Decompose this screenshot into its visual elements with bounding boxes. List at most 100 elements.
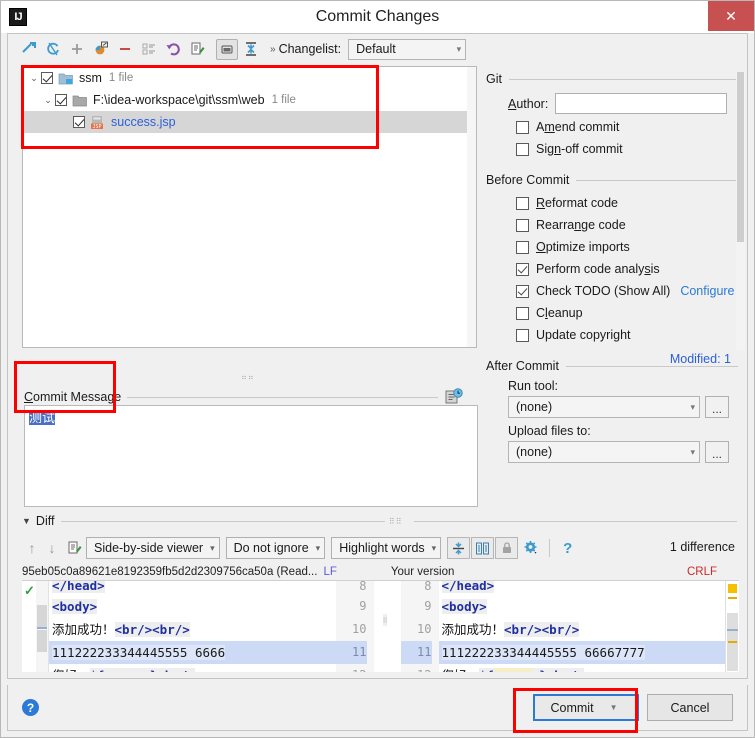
chevron-down-icon[interactable]: ▼ (22, 516, 31, 526)
group-by-icon[interactable] (138, 38, 160, 60)
amend-commit-checkbox[interactable]: Amend commit (516, 116, 738, 138)
help-icon[interactable]: ? (22, 699, 39, 716)
reformat-code-label: Reformat code (536, 196, 618, 210)
checkbox[interactable] (516, 219, 529, 232)
diff-token: 添加成功！ (52, 622, 115, 637)
chevron-down-icon: ▾ (316, 543, 321, 554)
checkbox[interactable] (516, 263, 529, 276)
splitter-grip[interactable]: ⠿⠿ (241, 375, 263, 380)
reformat-code-checkbox[interactable]: Reformat code (516, 192, 738, 214)
gear-icon[interactable] (519, 537, 542, 559)
author-label: Author: (508, 97, 548, 111)
diff-accept-gutter[interactable]: ✓ (22, 581, 36, 672)
upload-files-browse-button[interactable]: ... (705, 441, 729, 463)
author-row: Author: (508, 93, 738, 114)
arrow-down-icon[interactable]: ↓ (42, 537, 62, 559)
diff-token: </head> (442, 581, 495, 593)
file-checkbox[interactable] (55, 94, 67, 106)
right-line-separator[interactable]: CRLF (687, 566, 717, 578)
run-tool-dropdown[interactable]: (none) ▾ (508, 396, 700, 418)
diff-line-number: 12 (401, 664, 432, 672)
ignore-mode-dropdown[interactable]: Do not ignore ▾ (226, 537, 326, 559)
highlight-mode-dropdown[interactable]: Highlight words ▾ (331, 537, 441, 559)
changed-files-tree[interactable]: ⌄ ssm 1 file ⌄ F: (22, 66, 477, 348)
synchronize-scroll-icon[interactable] (471, 537, 494, 559)
diff-overview-scrollbar[interactable] (725, 581, 739, 672)
read-only-lock-icon[interactable] (495, 537, 518, 559)
tree-row[interactable]: JSP success.jsp (23, 111, 476, 133)
optimize-imports-checkbox[interactable]: Optimize imports (516, 236, 738, 258)
chevron-down-icon: ▾ (690, 447, 695, 458)
show-diff-icon[interactable] (18, 38, 40, 60)
rearrange-code-checkbox[interactable]: Rearrange code (516, 214, 738, 236)
tree-scrollbar[interactable] (467, 67, 476, 347)
upload-files-dropdown[interactable]: (none) ▾ (508, 441, 700, 463)
intellij-logo-icon: IJ (9, 8, 27, 26)
run-tool-browse-button[interactable]: ... (705, 396, 729, 418)
perform-code-analysis-checkbox[interactable]: Perform code analysis (516, 258, 738, 280)
chevron-down-icon[interactable]: ⌄ (41, 95, 55, 106)
commit-message-input[interactable]: 测试 (24, 405, 478, 507)
revert-icon[interactable] (162, 38, 184, 60)
add-icon[interactable] (66, 38, 88, 60)
chevron-down-icon[interactable]: ⌄ (27, 73, 41, 84)
diff-section-header: ▼ Diff ⠿⠿ (22, 514, 737, 528)
checkbox[interactable] (516, 121, 529, 134)
tree-row[interactable]: ⌄ F:\idea-workspace\git\ssm\web 1 file (23, 89, 476, 111)
divider (549, 539, 550, 557)
file-checkbox[interactable] (41, 72, 53, 84)
checkbox[interactable] (516, 241, 529, 254)
refresh-icon[interactable] (42, 38, 64, 60)
author-field[interactable] (555, 93, 727, 114)
configure-todo-link[interactable]: Configure (680, 284, 734, 298)
update-copyright-checkbox[interactable]: Update copyright (516, 324, 738, 346)
question-mark-icon[interactable]: ? (556, 537, 579, 559)
viewer-mode-dropdown[interactable]: Side-by-side viewer ▾ (86, 537, 220, 559)
checkbox[interactable] (516, 307, 529, 320)
arrow-up-icon[interactable]: ↑ (22, 537, 42, 559)
diff-right-pane[interactable]: </head><body>添加成功！<br/><br/>111222233344… (439, 581, 726, 672)
remove-icon[interactable] (114, 38, 136, 60)
chevron-down-icon: ▾ (432, 543, 437, 554)
diff-token: 添加成功！ (442, 622, 505, 637)
collapse-unchanged-icon[interactable] (447, 537, 470, 559)
divider (414, 521, 737, 522)
left-line-separator[interactable]: LF (323, 566, 336, 578)
options-scrollbar[interactable] (736, 72, 745, 350)
tree-node-count: 1 file (272, 94, 296, 106)
collapse-all-icon[interactable] (216, 39, 238, 60)
check-todo-checkbox[interactable]: Check TODO (Show All) Configure (516, 280, 738, 302)
splitter-grip[interactable]: ⠿⠿ (389, 517, 403, 526)
edit-source-icon[interactable] (186, 38, 208, 60)
checkbox[interactable] (516, 143, 529, 156)
scrollbar-thumb[interactable] (737, 72, 744, 242)
edit-source-icon[interactable] (62, 537, 85, 559)
changelist-dropdown[interactable]: Default ▾ (348, 39, 466, 60)
diff-left-pane[interactable]: </head><body>添加成功！<br/><br/>111222233344… (49, 581, 336, 672)
sign-off-commit-checkbox[interactable]: Sign-off commit (516, 138, 738, 160)
diff-left-line-numbers: 8910111213 (336, 581, 374, 672)
diff-splitter-grip[interactable]: ⠿⠿⠿ (383, 617, 388, 626)
upload-files-value: (none) (516, 445, 684, 459)
diff-token: } (532, 668, 547, 672)
divider (61, 521, 384, 522)
checkbox[interactable] (516, 285, 529, 298)
checkbox[interactable] (516, 329, 529, 342)
run-tool-field: Run tool: (none) ▾ ... (508, 379, 738, 418)
close-icon[interactable]: ✕ (708, 1, 754, 31)
accept-change-icon[interactable]: ✓ (24, 583, 35, 599)
diff-token: 111222233344445555 66667777 (442, 645, 645, 660)
diff-line-number: 9 (401, 595, 432, 618)
diff-line: <body> (49, 595, 336, 618)
cancel-button[interactable]: Cancel (647, 694, 733, 721)
cleanup-checkbox[interactable]: Cleanup (516, 302, 738, 324)
file-checkbox[interactable] (73, 116, 85, 128)
commit-button[interactable]: Commit ▼ (533, 694, 639, 721)
message-history-icon[interactable] (444, 388, 464, 406)
move-to-changelist-icon[interactable] (90, 38, 112, 60)
diff-viewer: ✓ </head><body>添加成功！<br/><br/>1112222333… (22, 580, 739, 672)
tree-row[interactable]: ⌄ ssm 1 file (23, 67, 476, 89)
expand-all-icon[interactable] (240, 38, 262, 60)
checkbox[interactable] (516, 197, 529, 210)
diff-token: <body> (442, 599, 487, 614)
